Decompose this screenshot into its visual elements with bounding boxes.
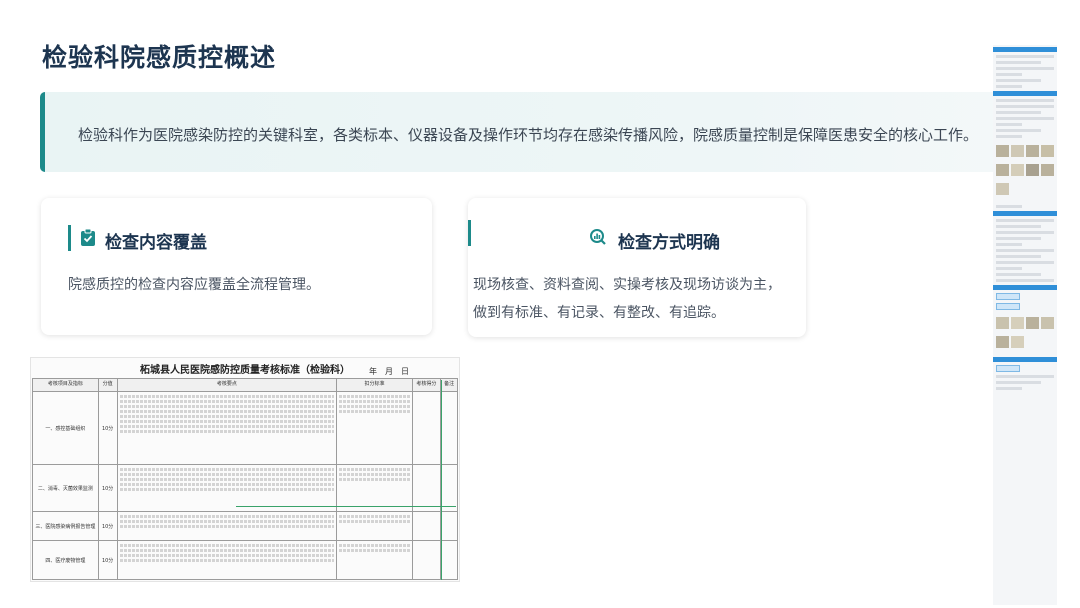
scan-text-block bbox=[116, 540, 338, 580]
table-header: 考核项目及指标 bbox=[32, 378, 99, 392]
clipboard-check-icon bbox=[81, 229, 95, 246]
card-body-line: 做到有标准、有记录、有整改、有追踪。 bbox=[473, 305, 725, 321]
photo-grid bbox=[993, 141, 1057, 202]
section-score: 10分 bbox=[97, 540, 118, 580]
section-name: 三、医院感染病例报告管理 bbox=[32, 511, 99, 541]
table-header-row: 考核项目及指标 分值 考核要点 扣分标准 考核得分 备注 bbox=[32, 378, 458, 392]
table-row: 四、医疗废物管理 10分 bbox=[32, 540, 458, 580]
intro-banner: 检验科作为医院感染防控的关键科室，各类标本、仪器设备及操作环节均存在感染传播风险… bbox=[40, 92, 1025, 172]
section-score: 10分 bbox=[97, 511, 118, 541]
document-highlight-line bbox=[236, 506, 456, 507]
scan-text-block bbox=[336, 391, 413, 465]
table-row: 二、消毒、灭菌效果监测 10分 bbox=[32, 464, 458, 512]
scan-text-block bbox=[336, 511, 413, 541]
scan-text-block bbox=[336, 464, 413, 512]
mobile-report-screenshot bbox=[993, 45, 1057, 605]
card-inspection-method: 检查方式明确 现场核查、资料查阅、实操考核及现场访谈为主， 做到有标准、有记录、… bbox=[468, 198, 806, 337]
document-date: 年 月 日 bbox=[369, 367, 409, 376]
scan-text-block bbox=[116, 464, 338, 512]
scan-text-block bbox=[336, 540, 413, 580]
card-body-line: 现场核查、资料查阅、实操考核及现场访谈为主， bbox=[473, 277, 781, 293]
table-header: 考核要点 bbox=[116, 378, 338, 392]
section-name: 一、感控基础组织 bbox=[32, 391, 99, 465]
page-title: 检验科院感质控概述 bbox=[42, 43, 277, 72]
card-title: 检查方式明确 bbox=[618, 233, 720, 253]
table-header: 扣分标准 bbox=[336, 378, 413, 392]
card-body-line: 院感质控的检查内容应覆盖全流程管理。 bbox=[68, 277, 320, 293]
photo-grid bbox=[993, 313, 1057, 355]
scan-text-block bbox=[116, 391, 338, 465]
card-accent-bar bbox=[468, 220, 471, 246]
section-score: 10分 bbox=[97, 391, 118, 465]
table-header: 分值 bbox=[97, 378, 118, 392]
table-header: 考核得分 bbox=[411, 378, 442, 392]
assessment-document-image: 柘城县人民医院感防控质量考核标准（检验科） 年 月 日 考核项目及指标 分值 考… bbox=[30, 357, 460, 582]
section-name: 四、医疗废物管理 bbox=[32, 540, 99, 580]
magnifier-chart-icon bbox=[590, 229, 606, 245]
section-name: 二、消毒、灭菌效果监测 bbox=[32, 464, 99, 512]
banner-accent-bar bbox=[40, 92, 45, 172]
card-accent-bar bbox=[68, 225, 71, 251]
section-score: 10分 bbox=[97, 464, 118, 512]
document-highlight-line bbox=[441, 380, 442, 580]
banner-text: 检验科作为医院感染防控的关键科室，各类标本、仪器设备及操作环节均存在感染传播风险… bbox=[78, 126, 979, 144]
table-header: 备注 bbox=[440, 378, 458, 392]
card-inspection-coverage: 检查内容覆盖 院感质控的检查内容应覆盖全流程管理。 bbox=[41, 198, 432, 335]
card-title: 检查内容覆盖 bbox=[105, 233, 207, 253]
scan-text-block bbox=[116, 511, 338, 541]
table-row: 一、感控基础组织 10分 bbox=[32, 391, 458, 465]
table-row: 三、医院感染病例报告管理 10分 bbox=[32, 511, 458, 541]
assessment-table: 考核项目及指标 分值 考核要点 扣分标准 考核得分 备注 一、感控基础组织 10… bbox=[32, 378, 458, 580]
